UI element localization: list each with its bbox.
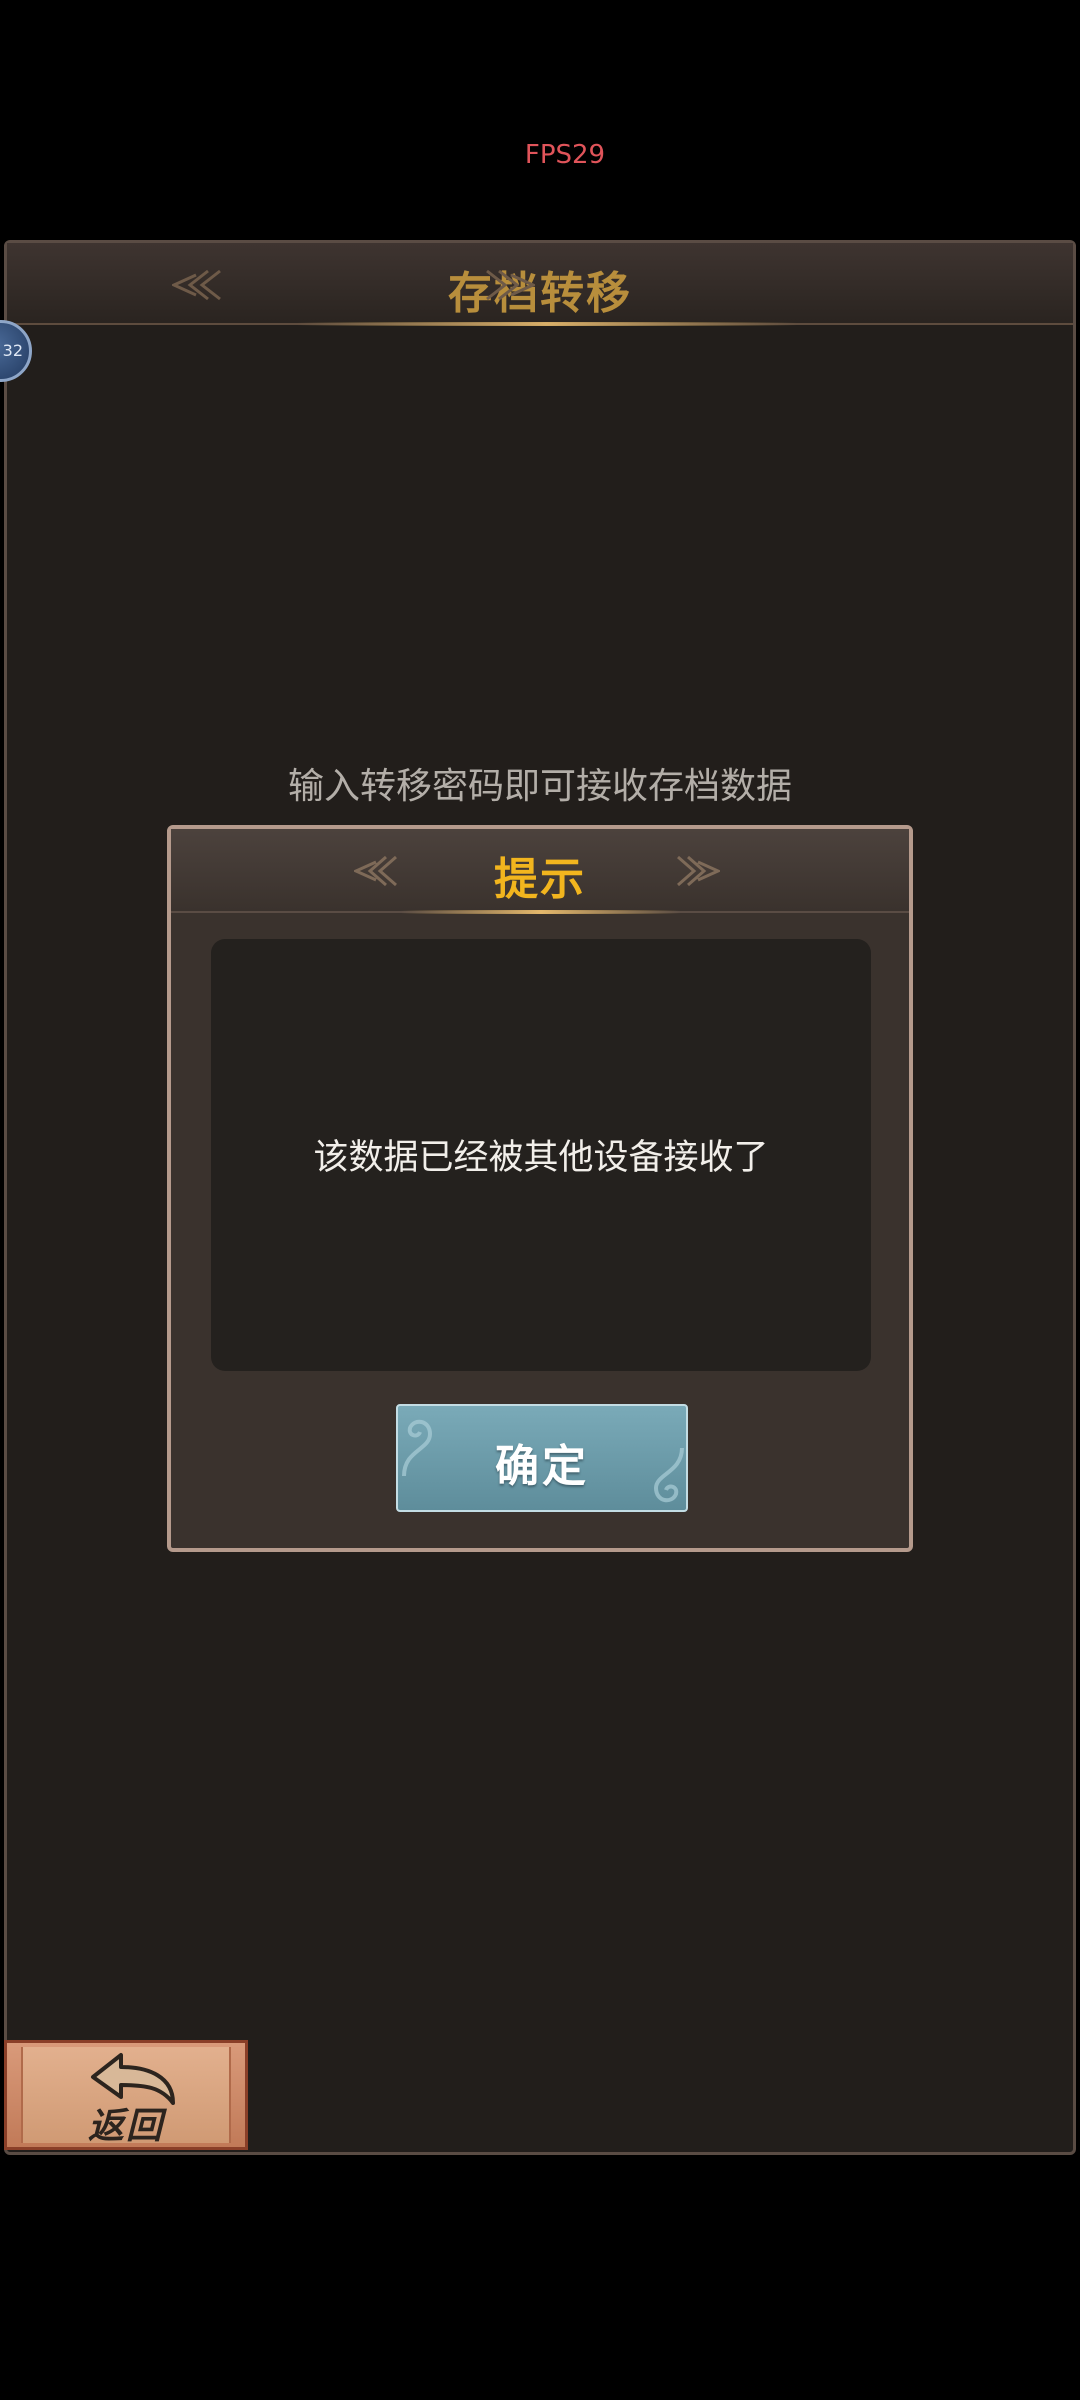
- confirm-button-label: 确定: [495, 1441, 589, 1492]
- panel-header: 存档转移: [7, 243, 1073, 326]
- header-glow: [297, 322, 797, 326]
- confirm-button[interactable]: 确定: [396, 1404, 688, 1512]
- dialog-header: 提示: [171, 829, 909, 914]
- right-ornament-icon: [677, 855, 720, 887]
- fps-counter: FPS29: [524, 140, 606, 170]
- back-button-label: 返回: [87, 2105, 164, 2147]
- panel-title: 存档转移: [448, 268, 632, 319]
- game-screen: FPS29 存档转移 32 输入转移密码即可接收存档数据 提示 该数据已经被其他…: [0, 0, 1080, 2400]
- hint-dialog: 提示 该数据已经被其他设备接收了 确定: [167, 825, 913, 1552]
- dialog-title: 提示: [494, 854, 586, 905]
- back-button[interactable]: 返回: [4, 2040, 248, 2150]
- message-box: 该数据已经被其他设备接收了: [211, 939, 871, 1371]
- dialog-header-glow: [401, 910, 681, 914]
- right-ornament-icon: [486, 269, 535, 301]
- dialog-message: 该数据已经被其他设备接收了: [313, 1138, 769, 1178]
- instruction-text: 输入转移密码即可接收存档数据: [287, 766, 792, 807]
